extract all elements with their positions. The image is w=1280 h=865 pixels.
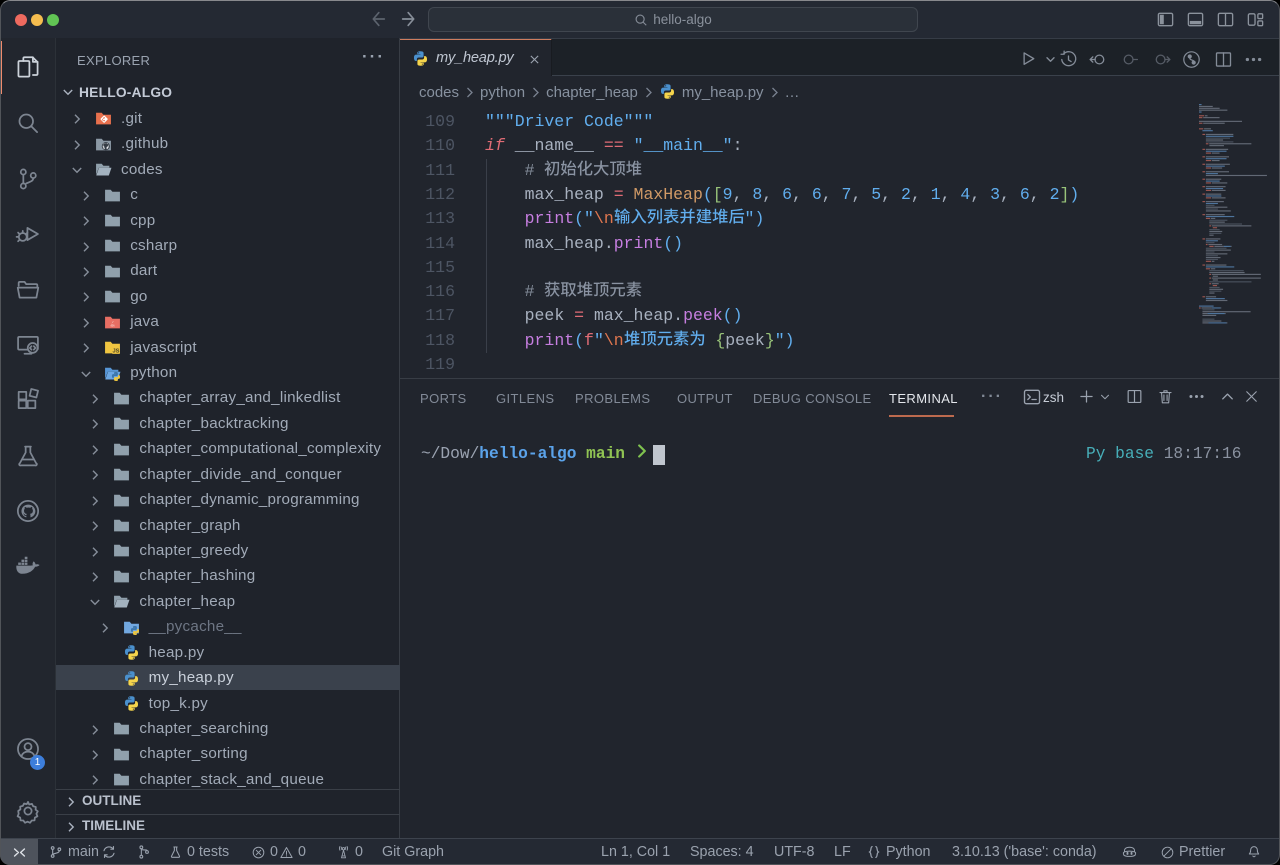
svg-text:JS: JS	[113, 349, 120, 355]
